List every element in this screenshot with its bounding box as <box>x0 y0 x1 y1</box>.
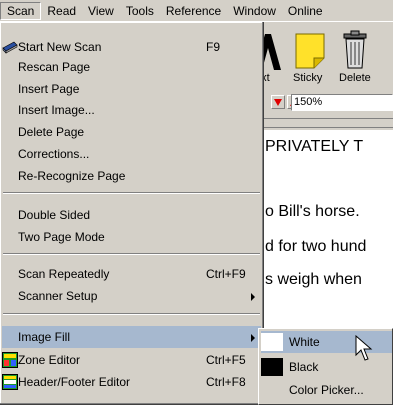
menu-read[interactable]: Read <box>41 2 82 20</box>
menu-item-shortcut: F9 <box>206 40 221 54</box>
submenu-item-label: White <box>289 335 320 349</box>
submenu-item-label: Black <box>289 360 319 374</box>
menu-item-insert-page[interactable]: Insert Page <box>2 78 261 100</box>
sticky-note-icon <box>295 33 325 69</box>
menu-item-label: Rescan Page <box>18 60 91 74</box>
menu-item-shortcut: Ctrl+F5 <box>206 353 246 367</box>
doc-line: d for two hund <box>265 238 367 255</box>
menu-item-scanner-setup[interactable]: Scanner Setup <box>2 285 261 307</box>
zone-editor-icon <box>2 352 18 368</box>
menu-item-double-sided[interactable]: Double Sided <box>2 204 261 226</box>
menu-item-label: Insert Image... <box>18 103 95 117</box>
toolbar: ext Sticky Delete <box>255 22 393 90</box>
menu-item-label: Insert Page <box>18 82 80 96</box>
menu-item-label: Start New Scan <box>18 40 102 54</box>
menu-separator <box>3 192 260 194</box>
menu-item-image-fill[interactable]: Image Fill <box>2 326 261 348</box>
delete-button[interactable]: Delete <box>335 22 377 86</box>
menu-item-re-recognize-page[interactable]: Re-Recognize Page <box>2 165 261 187</box>
scanner-icon <box>2 41 18 54</box>
zoom-field[interactable]: 150% <box>291 94 393 111</box>
menu-item-header-footer-editor[interactable]: Header/Footer Editor Ctrl+F8 <box>2 371 261 393</box>
sticky-button[interactable]: Sticky <box>291 22 331 86</box>
submenu-arrow-icon <box>251 334 255 342</box>
mouse-cursor-icon <box>355 335 373 361</box>
menu-item-shortcut: Ctrl+F9 <box>206 267 246 281</box>
menubar: Scan Read View Tools Reference Window On… <box>0 0 393 22</box>
menu-item-corrections[interactable]: Corrections... <box>2 143 261 165</box>
ruler <box>255 118 393 128</box>
menu-item-start-new-scan[interactable]: Start New Scan F9 <box>2 36 261 58</box>
header-footer-icon <box>2 374 18 390</box>
menu-window[interactable]: Window <box>227 2 282 20</box>
menu-item-label: Scanner Setup <box>18 289 98 303</box>
submenu-item-color-picker[interactable]: Color Picker... <box>261 379 392 401</box>
submenu-item-label: Color Picker... <box>289 383 364 397</box>
menu-item-two-page-mode[interactable]: Two Page Mode <box>2 226 261 248</box>
menu-item-shortcut: Ctrl+F8 <box>206 375 246 389</box>
menu-item-label: Double Sided <box>18 208 91 222</box>
menu-item-label: Corrections... <box>18 147 90 161</box>
doc-line: s weigh when <box>265 271 362 288</box>
doc-line: PRIVATELY T <box>265 138 364 155</box>
menu-view[interactable]: View <box>82 2 120 20</box>
menu-online[interactable]: Online <box>282 2 329 20</box>
zoom-out-button[interactable] <box>271 95 285 109</box>
scan-menu: Start New Scan F9 Rescan Page Insert Pag… <box>0 22 264 405</box>
menu-item-delete-page[interactable]: Delete Page <box>2 121 261 143</box>
menu-item-scan-repeatedly[interactable]: Scan Repeatedly Ctrl+F9 <box>2 263 261 285</box>
trash-can-icon <box>343 30 367 69</box>
menu-separator <box>3 253 260 255</box>
menu-item-label: Delete Page <box>18 125 85 139</box>
menu-scan[interactable]: Scan <box>0 1 42 20</box>
menu-item-label: Image Fill <box>18 330 71 344</box>
menu-item-rescan-page[interactable]: Rescan Page <box>2 56 261 78</box>
sticky-label: Sticky <box>293 72 323 84</box>
delete-label: Delete <box>339 72 371 84</box>
menu-tools[interactable]: Tools <box>120 2 160 20</box>
black-swatch <box>261 358 283 376</box>
menu-item-label: Two Page Mode <box>18 230 105 244</box>
menu-item-insert-image[interactable]: Insert Image... <box>2 99 261 121</box>
menu-item-label: Re-Recognize Page <box>18 169 126 183</box>
doc-line: o Bill's horse. <box>265 203 360 220</box>
menu-separator <box>3 313 260 315</box>
menu-reference[interactable]: Reference <box>160 2 227 20</box>
menu-item-label: Scan Repeatedly <box>18 267 110 281</box>
menu-item-zone-editor[interactable]: Zone Editor Ctrl+F5 <box>2 349 261 371</box>
menu-item-label: Zone Editor <box>18 353 81 367</box>
zoom-toolbar: 150% <box>255 90 393 116</box>
white-swatch <box>261 333 283 351</box>
submenu-arrow-icon <box>251 293 255 301</box>
menu-item-label: Header/Footer Editor <box>18 375 131 389</box>
